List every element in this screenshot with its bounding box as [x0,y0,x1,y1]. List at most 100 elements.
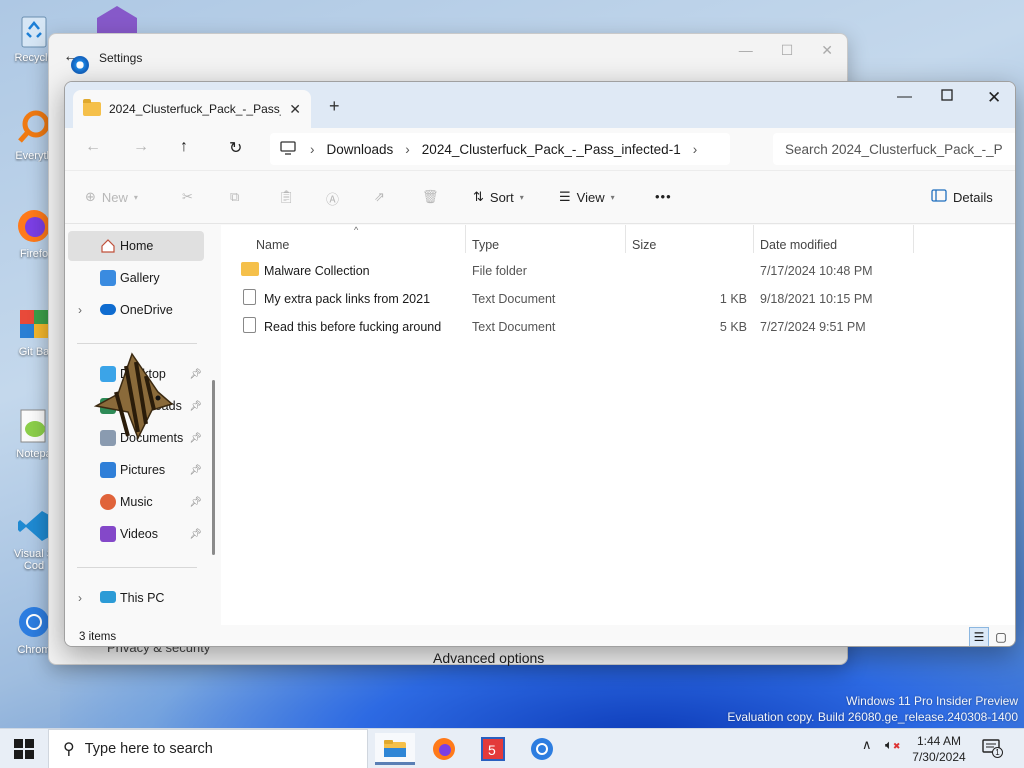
sidebar-item-pictures[interactable]: Pictures 📌︎ [68,455,204,485]
scrollbar[interactable] [212,380,215,555]
chevron-right-icon[interactable]: › [693,142,698,157]
rename-icon[interactable]: Ⓐ [326,189,339,208]
view-button[interactable]: ☰ View ▾ [559,189,615,205]
refresh-icon[interactable]: ↻ [229,138,242,158]
settings-window-controls: — ☐ ✕ [739,42,833,59]
visual-studio-icon[interactable] [92,6,142,36]
new-tab-button[interactable]: + [329,96,340,117]
file-row[interactable]: My extra pack links from 2021 Text Docum… [237,286,997,312]
sidebar-item-this-pc[interactable]: › This PC [68,583,204,613]
search-input[interactable]: Search 2024_Clusterfuck_Pack_-_P [773,133,1015,165]
column-divider[interactable] [753,225,754,253]
pin-icon[interactable]: 📌︎ [189,465,202,476]
breadcrumb-current-folder[interactable]: 2024_Clusterfuck_Pack_-_Pass_infected-1 [422,142,681,157]
pin-icon[interactable]: 📌︎ [189,369,202,380]
settings-advanced-options[interactable]: Advanced options [433,650,544,666]
sidebar-item-label: Home [120,239,154,253]
tiles-view-icon[interactable]: ▢ [991,627,1011,646]
tab-title: 2024_Clusterfuck_Pack_-_Pass_ [109,102,282,116]
sort-ascending-icon: ^ [354,225,359,235]
text-document-icon [243,317,256,333]
share-icon[interactable]: ⇗ [374,189,385,205]
file-explorer-window[interactable]: 2024_Clusterfuck_Pack_-_Pass_ ✕ + — ✕ ← … [64,81,1016,647]
chevron-right-icon[interactable]: › [310,142,315,157]
delete-icon[interactable]: 🗑︎ [422,189,439,205]
up-arrow-icon[interactable]: ↑ [180,138,188,156]
svg-text:5: 5 [488,742,496,758]
videos-icon [100,526,116,542]
sidebar-item-label: OneDrive [120,303,173,317]
file-list: ^ Name Type Size Date modified Malware C… [221,225,1015,625]
clock[interactable]: 1:44 AM 7/30/2024 [906,733,972,765]
close-icon[interactable]: ✕ [821,42,833,59]
sidebar-item-music[interactable]: Music 📌︎ [68,487,204,517]
taskbar-file-explorer[interactable] [375,733,415,765]
new-button[interactable]: ⊕ New ▾ [85,189,138,205]
minimize-icon[interactable]: — [739,42,753,59]
music-icon [100,494,116,510]
pin-icon[interactable]: 📌︎ [189,497,202,508]
volume-muted-icon[interactable]: 🔈︎✖ [885,737,900,753]
taskbar-search-input[interactable]: ⚲ Type here to search [48,729,368,768]
settings-title: Settings [99,51,143,65]
chevron-right-icon[interactable]: › [78,303,82,317]
sidebar-item-videos[interactable]: Videos 📌︎ [68,519,204,549]
clock-date: 7/30/2024 [912,750,966,764]
close-tab-icon[interactable]: ✕ [289,101,301,118]
pin-icon[interactable]: 📌︎ [189,433,202,444]
tab-current-folder[interactable]: 2024_Clusterfuck_Pack_-_Pass_ ✕ [73,90,311,128]
sort-button[interactable]: ⇅ Sort ▾ [473,189,524,205]
maximize-icon[interactable]: ☐ [781,42,794,59]
column-header-date-modified[interactable]: Date modified [760,238,837,252]
home-icon [100,238,116,254]
file-row[interactable]: Malware Collection File folder 7/17/2024… [237,258,997,284]
forward-arrow-icon[interactable]: → [133,138,149,156]
sidebar-item-label: This PC [120,591,165,605]
chevron-right-icon[interactable]: › [405,142,410,157]
chevron-right-icon[interactable]: › [78,591,82,605]
more-options-button[interactable]: ••• [655,189,672,204]
settings-app-icon [71,56,89,74]
address-bar[interactable]: › Downloads › 2024_Clusterfuck_Pack_-_Pa… [270,133,730,165]
chevron-up-icon[interactable]: ∧ [862,737,872,753]
taskbar-firefox[interactable] [424,733,464,765]
plus-circle-icon: ⊕ [85,189,96,204]
maximize-icon[interactable] [941,88,953,105]
sidebar-item-onedrive[interactable]: › OneDrive [68,295,204,325]
column-header-name[interactable]: Name [256,238,289,252]
taskbar: ⚲ Type here to search 5 ∧ 🔈︎✖ 1:44 AM 7/… [0,728,1024,768]
title-bar[interactable]: 2024_Clusterfuck_Pack_-_Pass_ ✕ + — ✕ [65,82,1015,128]
file-size: 1 KB [719,292,747,306]
paste-icon[interactable]: 📋︎ [278,189,295,205]
back-arrow-icon[interactable]: ← [85,138,101,156]
details-view-icon[interactable]: ☰ [969,627,989,646]
sidebar-item-home[interactable]: Home [68,231,204,261]
sidebar-item-gallery[interactable]: Gallery [68,263,204,293]
cut-icon[interactable]: ✂ [182,189,193,205]
this-pc-icon [100,591,116,603]
notification-badge: 1 [992,747,1003,758]
pin-icon[interactable]: 📌︎ [189,529,202,540]
column-divider[interactable] [465,225,466,253]
details-pane-button[interactable]: Details [931,189,993,205]
sidebar-item-label: Pictures [120,463,166,477]
notification-icon[interactable]: 1 [982,739,1003,758]
column-divider[interactable] [913,225,914,253]
column-header-size[interactable]: Size [632,238,656,252]
file-size: 5 KB [719,320,747,334]
view-label: View [576,189,605,205]
taskbar-chromium[interactable] [522,733,562,765]
copy-icon[interactable]: ⧉ [230,189,239,205]
windows-start-icon[interactable] [14,739,34,759]
column-header-type[interactable]: Type [472,238,499,252]
taskbar-resource-hacker[interactable]: 5 [473,733,513,765]
breadcrumb-downloads[interactable]: Downloads [327,142,394,157]
clock-time: 1:44 AM [916,734,962,748]
minimize-icon[interactable]: — [897,88,912,105]
firefox-icon [433,738,455,760]
file-row[interactable]: Read this before fucking around Text Doc… [237,314,997,340]
pin-icon[interactable]: 📌︎ [189,401,202,412]
column-divider[interactable] [625,225,626,253]
close-icon[interactable]: ✕ [987,88,1001,108]
item-count: 3 items [79,631,117,643]
